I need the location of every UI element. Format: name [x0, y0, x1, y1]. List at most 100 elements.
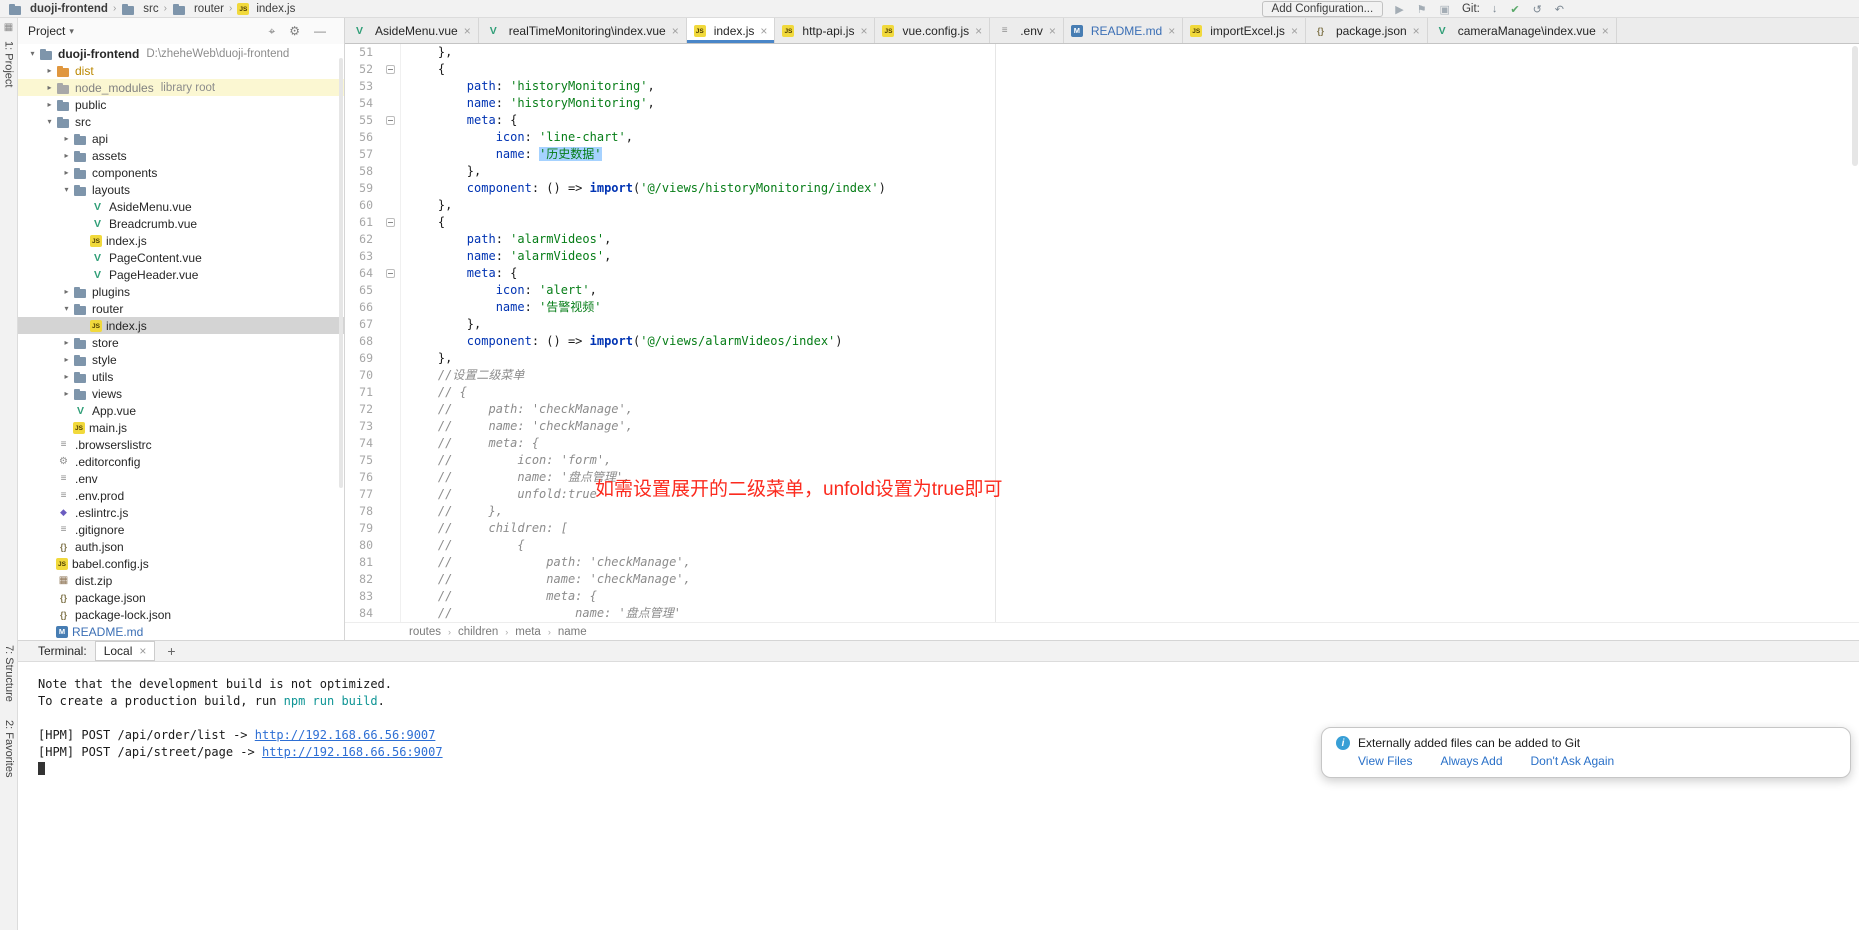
tree-item[interactable]: ▾duoji-frontendD:\zheheWeb\duoji-fronten… — [18, 45, 344, 62]
editor-tab[interactable]: JSindex.js× — [687, 18, 776, 43]
new-terminal-icon[interactable]: + — [167, 643, 175, 659]
locate-file-icon[interactable]: ⌖ — [268, 24, 275, 39]
tree-item[interactable]: JSmain.js — [18, 419, 344, 436]
breadcrumb-item[interactable]: routes — [409, 626, 441, 638]
chevron-right-icon[interactable]: ▸ — [43, 66, 56, 75]
editor-tab[interactable]: JSvue.config.js× — [875, 18, 990, 43]
tree-item[interactable]: ▸public — [18, 96, 344, 113]
chevron-right-icon[interactable]: ▸ — [60, 372, 73, 381]
chevron-down-icon[interactable]: ▾ — [43, 117, 56, 126]
close-icon[interactable]: × — [464, 24, 471, 38]
chevron-down-icon[interactable]: ▾ — [26, 49, 39, 58]
tree-item[interactable]: ▾layouts — [18, 181, 344, 198]
close-icon[interactable]: × — [1049, 24, 1056, 38]
tree-item[interactable]: ▦dist.zip — [18, 572, 344, 589]
commit-icon[interactable]: ✔ — [1510, 3, 1519, 16]
close-icon[interactable]: × — [1168, 24, 1175, 38]
tree-item[interactable]: ▸utils — [18, 368, 344, 385]
rollback-icon[interactable]: ↶ — [1555, 3, 1564, 16]
editor-tab[interactable]: JShttp-api.js× — [775, 18, 875, 43]
tree-item[interactable]: ▾src — [18, 113, 344, 130]
editor-tab[interactable]: VcameraManage\index.vue× — [1428, 18, 1617, 43]
chevron-down-icon[interactable]: ▾ — [60, 185, 73, 194]
editor-tab[interactable]: VAsideMenu.vue× — [345, 18, 479, 43]
editor-tab[interactable]: {}package.json× — [1306, 18, 1428, 43]
breadcrumb-item[interactable]: meta — [515, 626, 541, 638]
fold-marker[interactable] — [386, 269, 395, 278]
breadcrumb-item[interactable]: src — [121, 2, 158, 16]
tree-item[interactable]: ⚙.editorconfig — [18, 453, 344, 470]
close-icon[interactable]: × — [1602, 24, 1609, 38]
terminal-tab-local[interactable]: Local × — [95, 641, 156, 661]
chevron-right-icon[interactable]: ▸ — [60, 168, 73, 177]
chevron-right-icon[interactable]: ▸ — [60, 338, 73, 347]
tree-item[interactable]: JSindex.js — [18, 232, 344, 249]
stripe-item-structure[interactable]: 7: Structure — [3, 645, 15, 702]
breadcrumb-item[interactable]: children — [458, 626, 498, 638]
close-icon[interactable]: × — [860, 24, 867, 38]
notification-action[interactable]: Don't Ask Again — [1531, 754, 1615, 768]
tree-item[interactable]: ▸node_moduleslibrary root — [18, 79, 344, 96]
close-icon[interactable]: × — [139, 644, 146, 658]
tree-item[interactable]: VApp.vue — [18, 402, 344, 419]
editor-tab[interactable]: JSimportExcel.js× — [1183, 18, 1306, 43]
tree-item[interactable]: ▸api — [18, 130, 344, 147]
run-icon[interactable]: ▶ — [1395, 3, 1403, 16]
chevron-right-icon[interactable]: ▸ — [60, 151, 73, 160]
terminal-link[interactable]: http://192.168.66.56:9007 — [255, 728, 436, 742]
breadcrumb-item[interactable]: name — [558, 626, 587, 638]
tree-item[interactable]: ▸components — [18, 164, 344, 181]
debug-icon[interactable]: ⚑ — [1417, 3, 1427, 16]
breadcrumb-item[interactable]: duoji-frontend — [8, 2, 108, 16]
hide-panel-icon[interactable]: — — [314, 24, 326, 39]
tree-item[interactable]: ≡.browserslistrc — [18, 436, 344, 453]
tree-item[interactable]: JSindex.js — [18, 317, 344, 334]
chevron-right-icon[interactable]: ▸ — [60, 389, 73, 398]
tree-item[interactable]: ▸dist — [18, 62, 344, 79]
tool-window-switcher-icon[interactable]: ▦ — [4, 22, 13, 33]
tree-item[interactable]: MREADME.md — [18, 623, 344, 640]
editor-tab[interactable]: MREADME.md× — [1064, 18, 1183, 43]
close-icon[interactable]: × — [672, 24, 679, 38]
tree-item[interactable]: ▸style — [18, 351, 344, 368]
scrollbar[interactable] — [339, 58, 343, 488]
add-configuration-button[interactable]: Add Configuration... — [1262, 1, 1384, 17]
tree-item[interactable]: ▾router — [18, 300, 344, 317]
breadcrumb-item[interactable]: router — [172, 2, 224, 16]
fold-marker[interactable] — [386, 65, 395, 74]
chevron-right-icon[interactable]: ▸ — [60, 134, 73, 143]
stripe-item-favorites[interactable]: 2: Favorites — [3, 720, 15, 777]
tree-item[interactable]: ≡.gitignore — [18, 521, 344, 538]
terminal-link[interactable]: http://192.168.66.56:9007 — [262, 745, 443, 759]
tree-item[interactable]: {}auth.json — [18, 538, 344, 555]
tree-item[interactable]: VPageHeader.vue — [18, 266, 344, 283]
tree-item[interactable]: ◆.eslintrc.js — [18, 504, 344, 521]
close-icon[interactable]: × — [975, 24, 982, 38]
tree-item[interactable]: {}package.json — [18, 589, 344, 606]
terminal-output[interactable]: Note that the development build is not o… — [18, 662, 1859, 930]
stripe-item-project[interactable]: 1: Project — [3, 41, 15, 87]
chevron-right-icon[interactable]: ▸ — [43, 100, 56, 109]
history-icon[interactable]: ↺ — [1533, 3, 1542, 16]
tree-item[interactable]: JSbabel.config.js — [18, 555, 344, 572]
gear-icon[interactable]: ⚙ — [289, 24, 300, 39]
fold-marker[interactable] — [386, 116, 395, 125]
close-icon[interactable]: × — [1291, 24, 1298, 38]
editor-tab[interactable]: ≡.env× — [990, 18, 1064, 43]
tree-item[interactable]: VPageContent.vue — [18, 249, 344, 266]
scrollbar[interactable] — [1852, 46, 1858, 166]
tree-item[interactable]: ▸assets — [18, 147, 344, 164]
chevron-down-icon[interactable]: ▾ — [69, 26, 74, 37]
coverage-icon[interactable]: ▣ — [1440, 3, 1450, 16]
chevron-right-icon[interactable]: ▸ — [60, 355, 73, 364]
chevron-right-icon[interactable]: ▸ — [43, 83, 56, 92]
editor[interactable]: 51 },52 {53 path: 'historyMonitoring',54… — [345, 44, 1859, 622]
tree-item[interactable]: VAsideMenu.vue — [18, 198, 344, 215]
update-icon[interactable]: ↓ — [1492, 3, 1498, 15]
close-icon[interactable]: × — [760, 24, 767, 38]
tree-item[interactable]: ▸views — [18, 385, 344, 402]
notification-action[interactable]: Always Add — [1440, 754, 1502, 768]
tree-item[interactable]: {}package-lock.json — [18, 606, 344, 623]
tree-item[interactable]: ▸plugins — [18, 283, 344, 300]
editor-tab[interactable]: VrealTimeMonitoring\index.vue× — [479, 18, 687, 43]
